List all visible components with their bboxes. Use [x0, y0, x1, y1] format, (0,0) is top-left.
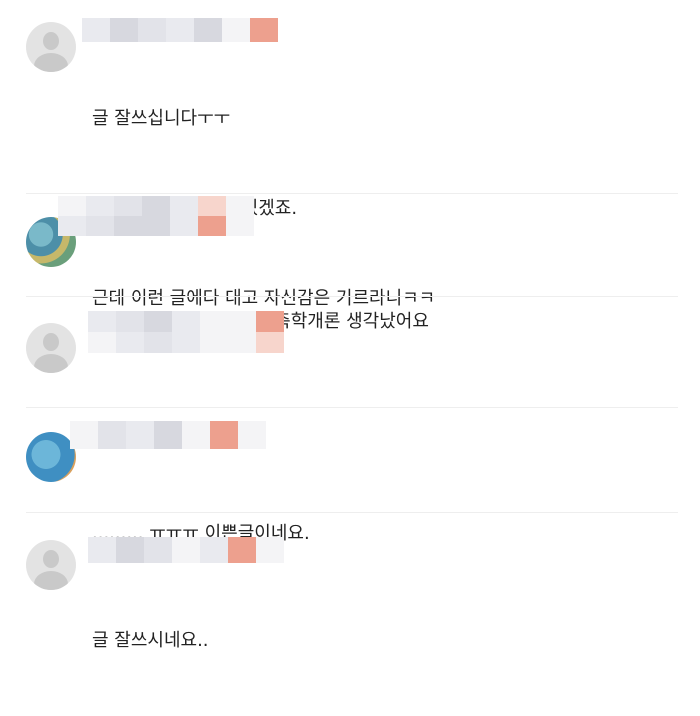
comment-line: 글 잘쓰십니다ㅜㅜ [92, 108, 231, 129]
author-name-blurred[interactable] [58, 196, 258, 236]
avatar[interactable] [26, 540, 76, 590]
comment-divider [26, 193, 678, 194]
comment-text: 글 잘쓰시네요.. [92, 566, 209, 716]
default-user-icon [43, 32, 59, 50]
author-name-blurred[interactable] [88, 311, 288, 353]
author-name-blurred[interactable] [82, 18, 278, 42]
avatar[interactable] [26, 22, 76, 72]
comment-divider [26, 407, 678, 408]
default-user-icon [43, 333, 59, 351]
default-user-icon [43, 550, 59, 568]
avatar[interactable] [26, 432, 76, 482]
author-name-blurred[interactable] [70, 421, 266, 449]
comment-line: 글 잘쓰시네요.. [92, 630, 209, 651]
comment-divider [26, 296, 678, 297]
comment-divider [26, 512, 678, 513]
avatar[interactable] [26, 323, 76, 373]
author-name-blurred[interactable] [88, 537, 284, 563]
